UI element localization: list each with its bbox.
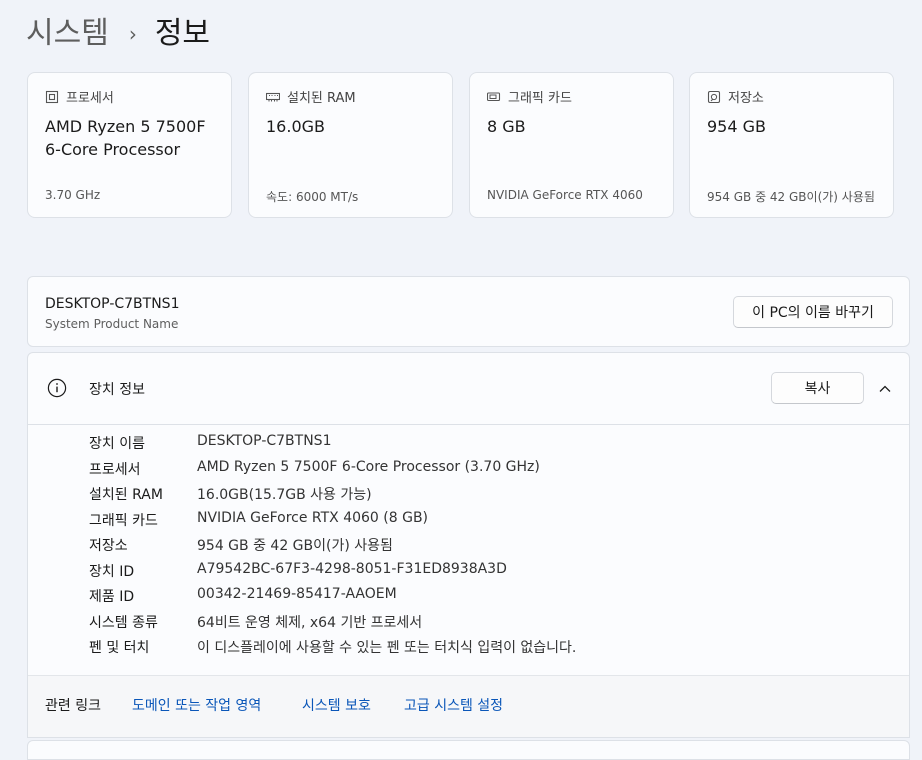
graphics-card-icon (487, 90, 501, 104)
spec-value: 이 디스플레이에 사용할 수 있는 펜 또는 터치식 입력이 없습니다. (197, 640, 577, 656)
card-title: 저장소 (728, 91, 764, 106)
card-value: 8 GB (487, 117, 526, 136)
card-title: 설치된 RAM (287, 91, 356, 106)
card-title: 그래픽 카드 (508, 91, 572, 106)
spec-label: 프로세서 (89, 461, 141, 478)
card-subtext: 954 GB 중 42 GB이(가) 사용됨 (707, 190, 875, 204)
pc-name: DESKTOP-C7BTNS1 (45, 296, 180, 312)
card-subtext: 속도: 6000 MT/s (266, 190, 359, 204)
spec-value: DESKTOP-C7BTNS1 (197, 433, 332, 449)
spec-label: 저장소 (89, 538, 128, 554)
storage-icon (707, 90, 721, 104)
ram-card: 설치된 RAM 16.0GB 속도: 6000 MT/s (248, 72, 453, 218)
spec-label: 장치 ID (89, 563, 135, 580)
ram-icon (266, 90, 280, 104)
device-info-header[interactable]: 장치 정보 복사 (28, 353, 909, 425)
device-info-title: 장치 정보 (89, 382, 145, 398)
breadcrumb: 시스템 › 정보 (26, 14, 210, 54)
spec-label: 시스템 종류 (89, 614, 158, 631)
spec-label: 펜 및 터치 (89, 640, 150, 656)
next-section-card (27, 740, 910, 760)
rename-pc-button[interactable]: 이 PC의 이름 바꾸기 (733, 296, 893, 328)
card-value: AMD Ryzen 5 7500F 6-Core Processor (45, 117, 206, 159)
storage-card: 저장소 954 GB 954 GB 중 42 GB이(가) 사용됨 (689, 72, 894, 218)
graphics-card: 그래픽 카드 8 GB NVIDIA GeForce RTX 4060 (469, 72, 674, 218)
device-info-section: 장치 정보 복사 장치 이름 DESKTOP-C7BTNS1 프로세서 AMD … (27, 352, 910, 738)
copy-button[interactable]: 복사 (771, 372, 864, 404)
card-title: 프로세서 (66, 91, 114, 106)
card-subtext: 3.70 GHz (45, 188, 101, 202)
spec-label: 장치 이름 (89, 436, 145, 452)
page-title: 정보 (154, 16, 211, 51)
spec-value: NVIDIA GeForce RTX 4060 (8 GB) (197, 509, 429, 526)
spec-value: 954 GB 중 42 GB이(가) 사용됨 (197, 538, 393, 554)
info-icon (47, 378, 67, 398)
processor-card: 프로세서 AMD Ryzen 5 7500F 6-Core Processor … (27, 72, 232, 218)
chevron-up-icon[interactable] (877, 381, 893, 397)
spec-label: 그래픽 카드 (89, 512, 158, 529)
pc-name-card: DESKTOP-C7BTNS1 System Product Name 이 PC… (27, 276, 910, 347)
link-system-protection[interactable]: 시스템 보호 (302, 695, 371, 715)
spec-value: 16.0GB(15.7GB 사용 가능) (197, 487, 372, 503)
spec-value: AMD Ryzen 5 7500F 6-Core Processor (3.70… (197, 458, 540, 475)
related-links-label: 관련 링크 (45, 698, 101, 714)
processor-icon (45, 90, 59, 104)
card-value: 954 GB (707, 117, 766, 136)
spec-value: A79542BC-67F3-4298-8051-F31ED8938A3D (197, 560, 507, 577)
link-advanced-system-settings[interactable]: 고급 시스템 설정 (404, 695, 503, 715)
pc-model: System Product Name (45, 317, 179, 331)
spec-value: 64비트 운영 체제, x64 기반 프로세서 (197, 614, 423, 631)
card-value: 16.0GB (266, 117, 325, 136)
card-subtext: NVIDIA GeForce RTX 4060 (487, 188, 643, 202)
chevron-right-icon: › (128, 22, 137, 46)
spec-value: 00342-21469-85417-AAOEM (197, 586, 397, 602)
spec-label: 설치된 RAM (89, 487, 163, 503)
related-links-bar: 관련 링크 도메인 또는 작업 영역 시스템 보호 고급 시스템 설정 (28, 675, 909, 737)
breadcrumb-system[interactable]: 시스템 (26, 14, 109, 54)
spec-label: 제품 ID (89, 589, 135, 605)
link-domain-workgroup[interactable]: 도메인 또는 작업 영역 (132, 695, 261, 715)
